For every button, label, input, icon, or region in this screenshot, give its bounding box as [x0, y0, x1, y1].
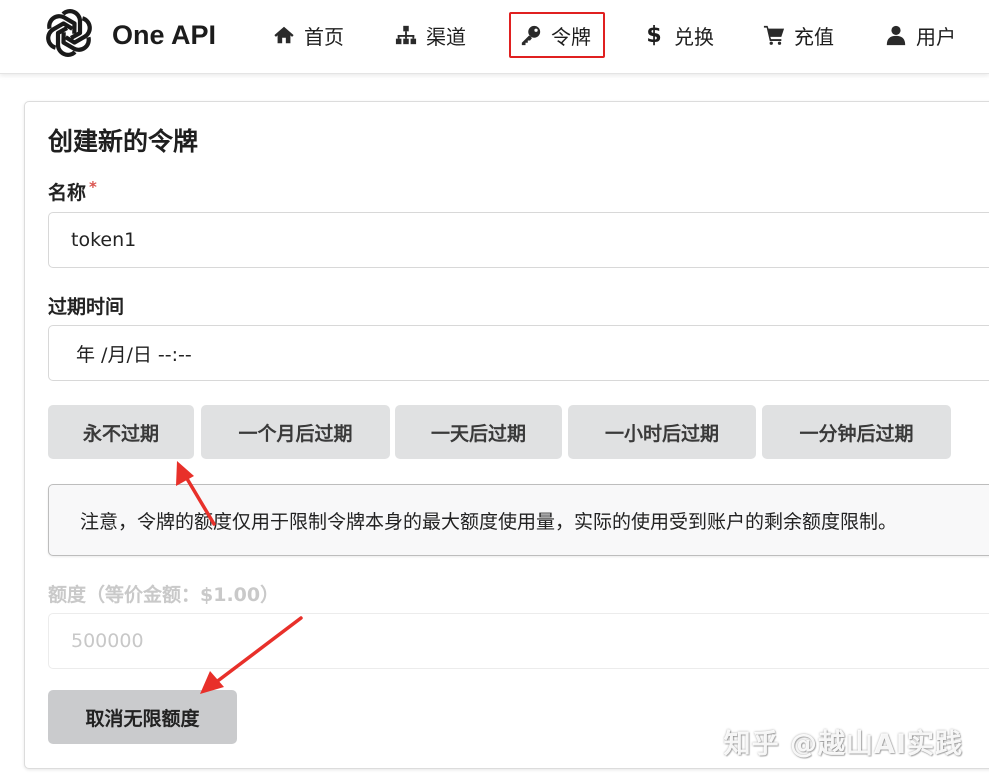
- nav-item-label: 兑换: [674, 24, 714, 49]
- key-icon: [519, 24, 543, 46]
- quota-label: 额度（等价金额：$1.00）: [48, 584, 280, 606]
- quota-input: 500000: [48, 613, 989, 669]
- openai-logo-icon: [42, 6, 96, 64]
- create-token-card: 创建新的令牌 名称 * token1 过期时间 年 /月/日 --:-- 永不过期…: [24, 101, 989, 769]
- expire-label: 过期时间: [48, 296, 125, 318]
- expire-one-month-button[interactable]: 一个月后过期: [201, 405, 390, 459]
- sitemap-icon: [394, 24, 418, 46]
- cancel-unlimited-quota-button[interactable]: 取消无限额度: [48, 690, 237, 744]
- nav-item-label: 令牌: [551, 24, 591, 49]
- nav-item-users[interactable]: 用户: [884, 20, 956, 50]
- expire-one-hour-button[interactable]: 一小时后过期: [568, 405, 756, 459]
- nav-item-tokens[interactable]: 令牌: [509, 12, 605, 58]
- never-expire-button[interactable]: 永不过期: [48, 405, 194, 459]
- nav-item-redeem[interactable]: $ 兑换: [642, 20, 714, 50]
- expire-one-day-button[interactable]: 一天后过期: [395, 405, 562, 459]
- nav-item-label: 渠道: [426, 24, 466, 49]
- nav-item-label: 充值: [794, 24, 834, 49]
- name-input[interactable]: token1: [48, 212, 989, 268]
- name-label: 名称 *: [48, 178, 97, 205]
- dollar-icon: $: [646, 22, 662, 48]
- nav-item-home[interactable]: 首页: [272, 20, 344, 50]
- brand[interactable]: One API: [42, 7, 216, 63]
- expire-one-minute-button[interactable]: 一分钟后过期: [762, 405, 951, 459]
- nav-item-topup[interactable]: 充值: [762, 20, 834, 50]
- nav-item-label: 首页: [304, 24, 344, 49]
- brand-name: One API: [112, 19, 217, 50]
- required-mark: *: [89, 178, 97, 196]
- name-label-text: 名称: [48, 182, 87, 204]
- page-title: 创建新的令牌: [48, 127, 199, 156]
- home-icon: [272, 24, 296, 46]
- nav-item-channels[interactable]: 渠道: [394, 20, 466, 50]
- nav-item-label: 用户: [916, 24, 956, 49]
- user-icon: [884, 24, 908, 46]
- cart-icon: [762, 24, 786, 46]
- top-navbar: One API 首页 渠道 令牌 $ 兑换 充值 用户: [0, 0, 989, 74]
- expire-datetime-input[interactable]: 年 /月/日 --:--: [48, 325, 989, 381]
- watermark-text: 知乎 @越山AI实践: [723, 729, 963, 760]
- quota-notice: 注意，令牌的额度仅用于限制令牌本身的最大额度使用量，实际的使用受到账户的剩余额度…: [48, 484, 989, 556]
